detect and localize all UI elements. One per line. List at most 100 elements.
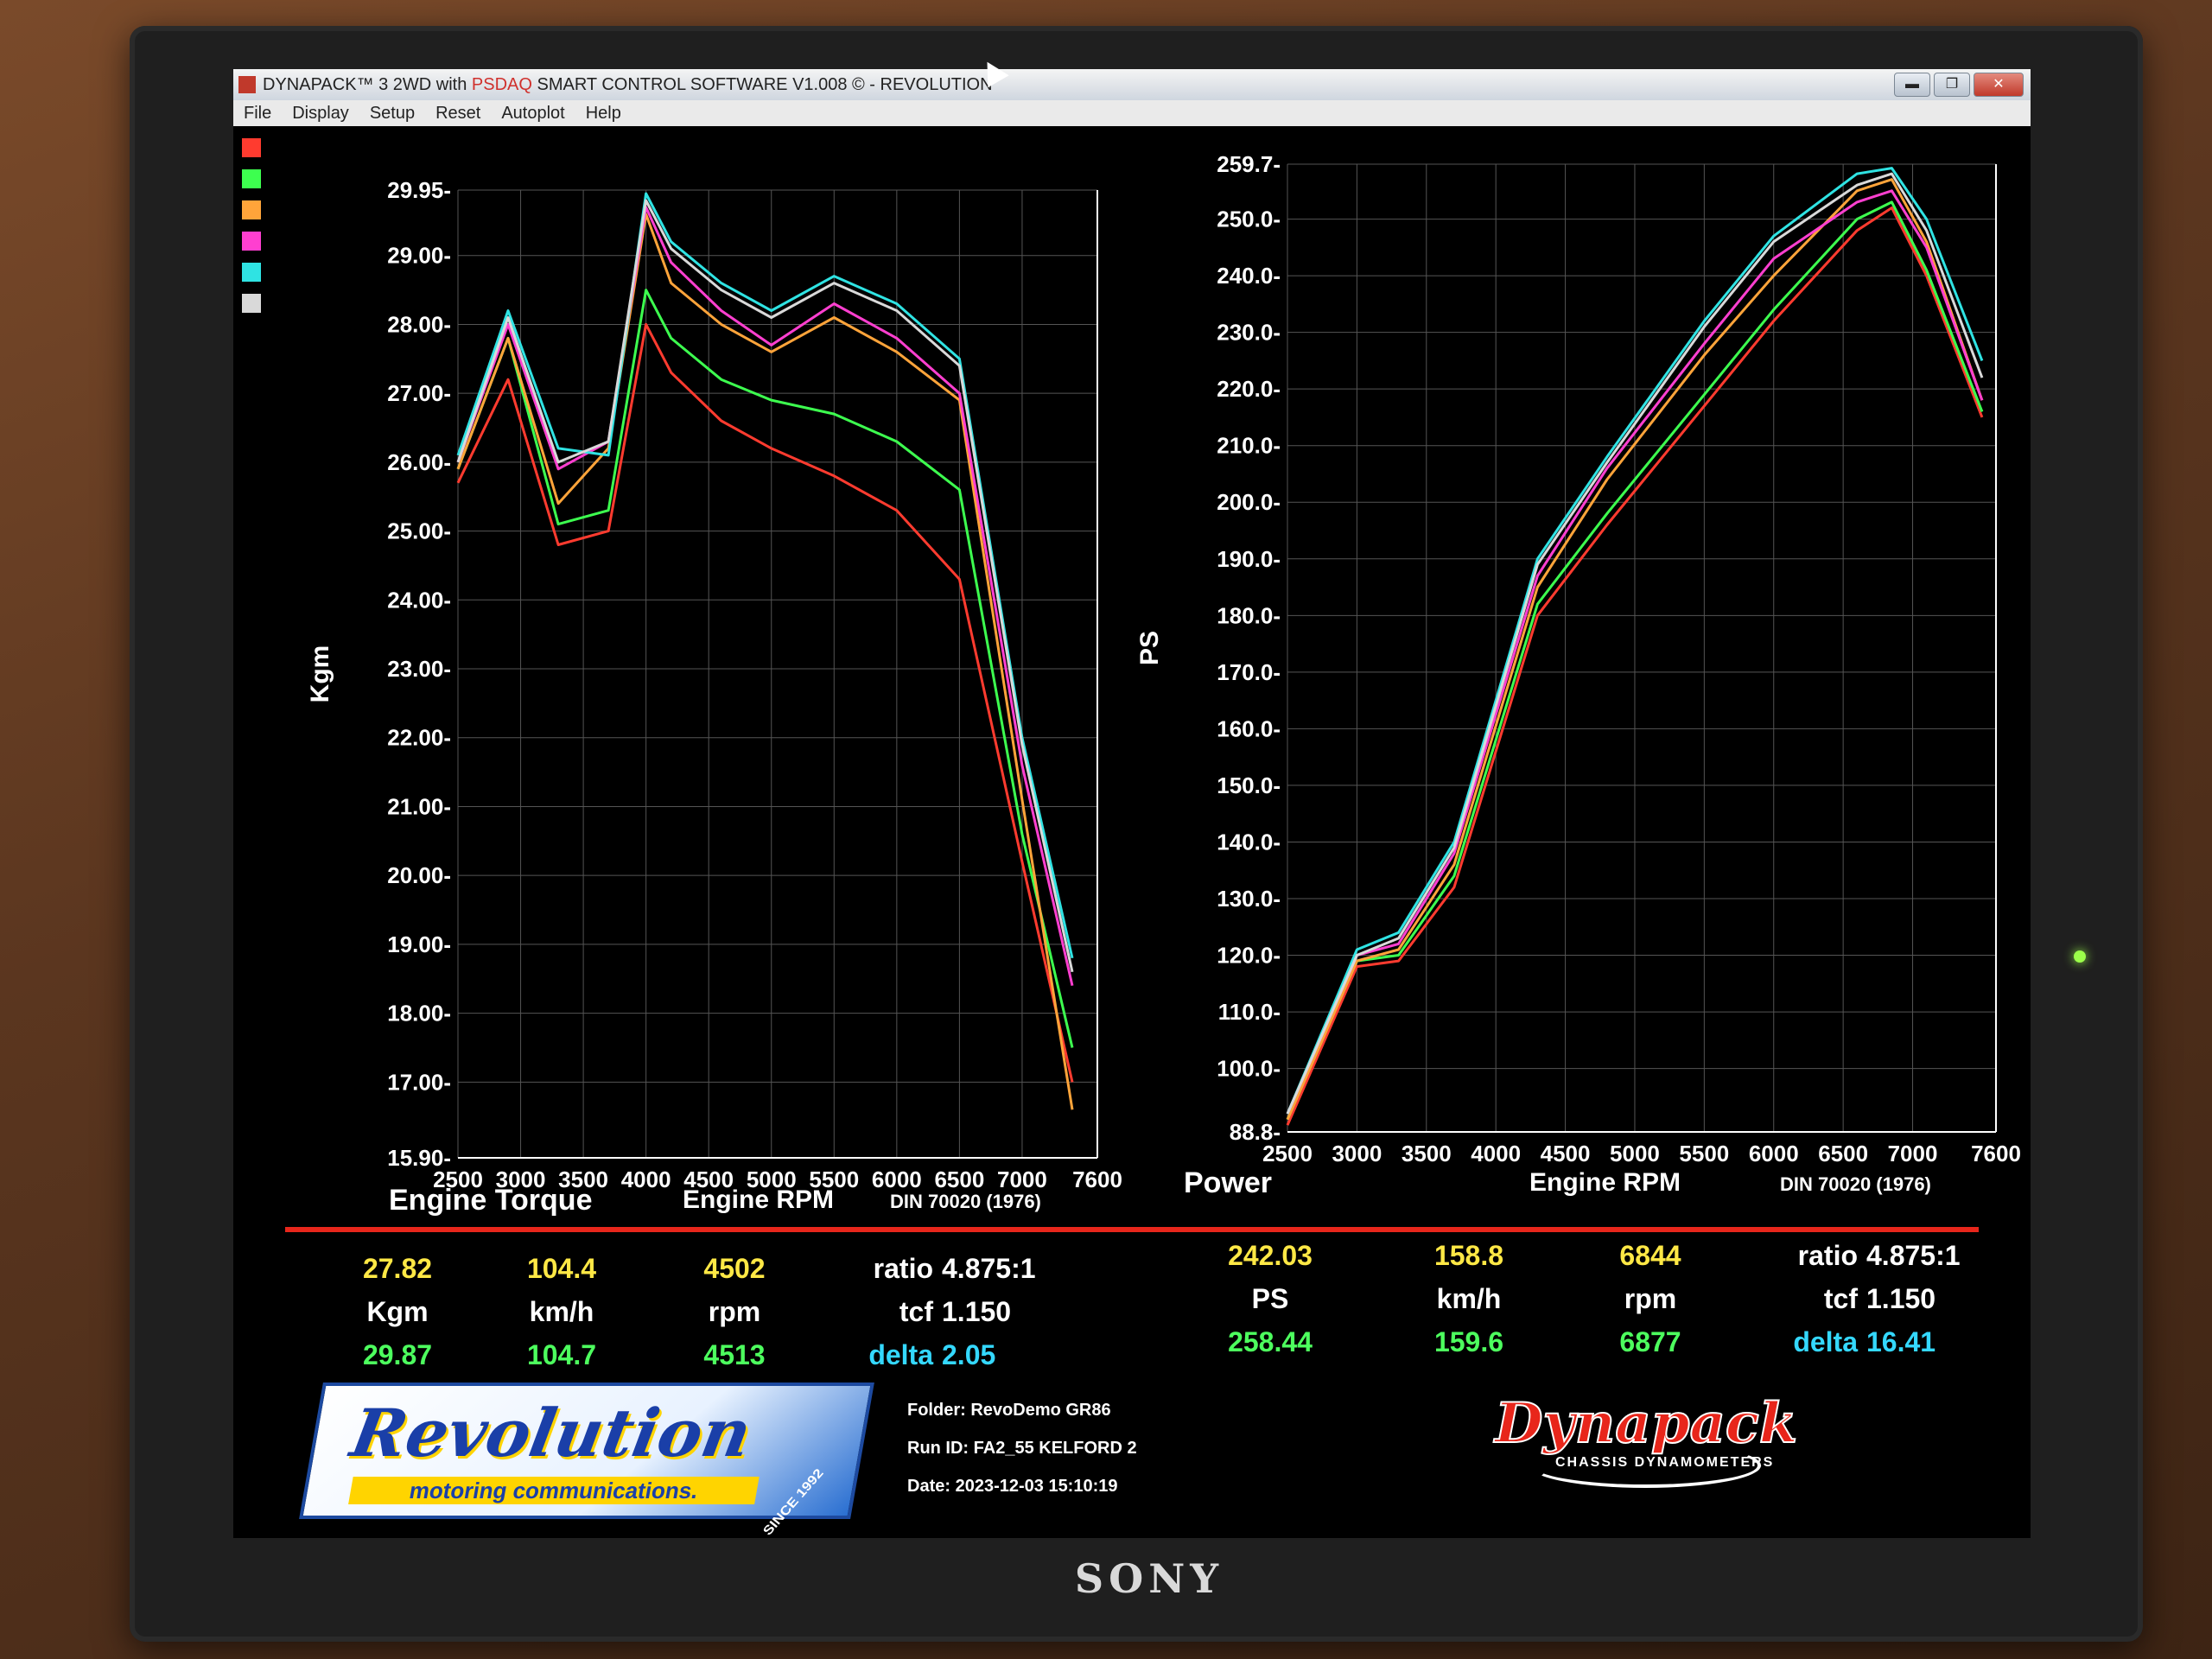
- window-title: DYNAPACK™ 3 2WD with PSDAQ SMART CONTROL…: [263, 69, 993, 100]
- torque-series-orange: [456, 213, 1074, 1110]
- run-color-swatches: [242, 138, 261, 325]
- power-y-tick: 240.0-: [1217, 263, 1281, 289]
- power-x-tick: 3500: [1402, 1141, 1452, 1166]
- power-rpm-peak: 6877: [1619, 1326, 1681, 1357]
- power-x-tick: 7000: [1888, 1141, 1938, 1166]
- power-tcf-value: 1.150: [1866, 1283, 1936, 1314]
- swatch-magenta[interactable]: [242, 232, 261, 251]
- torque-y-tick: 25.00-: [387, 518, 451, 544]
- torque-x-tick: 4000: [621, 1166, 671, 1192]
- swatch-green[interactable]: [242, 169, 261, 188]
- power-ratio-value: 4.875:1: [1866, 1240, 1961, 1271]
- monitor-brand: SONY: [1074, 1555, 1224, 1602]
- torque-x-tick: 6000: [872, 1166, 922, 1192]
- torque-delta-label: delta: [868, 1339, 933, 1370]
- revolution-logo-subtitle: motoring communications.: [348, 1477, 760, 1504]
- torque-cursor-value: 27.82: [362, 1253, 433, 1284]
- revolution-logo: Revolution motoring communications. SINC…: [299, 1382, 874, 1538]
- torque-y-tick: 28.00-: [387, 311, 451, 337]
- power-y-tick: 110.0-: [1218, 999, 1281, 1025]
- title-suffix: SMART CONTROL SOFTWARE V1.008 © - REVOLU…: [531, 75, 993, 94]
- power-y-tick: 140.0-: [1217, 829, 1281, 855]
- torque-y-tick: 27.00-: [387, 380, 451, 406]
- power-peak-value: 258.44: [1228, 1326, 1313, 1357]
- menu-file[interactable]: File: [233, 100, 282, 126]
- menu-display[interactable]: Display: [282, 100, 359, 126]
- torque-y-label: Kgm: [306, 645, 334, 703]
- title-prefix: DYNAPACK™ 3 2WD with: [263, 75, 472, 94]
- torque-y-tick: 17.00-: [387, 1069, 451, 1095]
- close-button[interactable]: ✕: [1974, 73, 2024, 97]
- power-x-tick: 6000: [1749, 1141, 1799, 1166]
- swatch-red[interactable]: [242, 138, 261, 157]
- torque-y-tick: 22.00-: [387, 725, 451, 751]
- torque-x-tick: 7600: [1072, 1166, 1122, 1192]
- torque-y-tick: 20.00-: [387, 862, 451, 888]
- power-y-label: PS: [1135, 631, 1164, 665]
- torque-ratio-value: 4.875:1: [942, 1253, 1036, 1284]
- window-controls: ▬ ❐ ✕: [1894, 73, 2024, 97]
- torque-speed-unit: km/h: [529, 1296, 594, 1327]
- torque-y-tick: 29.00-: [387, 243, 451, 269]
- power-x-tick: 3000: [1332, 1141, 1382, 1166]
- torque-y-tick: 23.00-: [387, 656, 451, 682]
- power-y-tick: 150.0-: [1217, 772, 1281, 798]
- torque-peak-value: 29.87: [362, 1339, 433, 1370]
- torque-rpm-unit: rpm: [708, 1296, 761, 1327]
- power-panel-title: Power: [1184, 1166, 1273, 1199]
- power-y-tick: 120.0-: [1217, 943, 1281, 969]
- power-x-tick: 7600: [1971, 1141, 2021, 1166]
- swatch-cyan[interactable]: [242, 263, 261, 282]
- power-y-tick: 88.8-: [1230, 1119, 1281, 1145]
- power-delta-value: 16.41: [1866, 1326, 1936, 1357]
- power-din-label: DIN 70020 (1976): [1780, 1173, 1931, 1195]
- revolution-logo-since: SINCE 1992: [760, 1466, 827, 1538]
- power-cursor-value: 242.03: [1228, 1240, 1313, 1271]
- torque-speed-value: 104.4: [526, 1253, 597, 1284]
- power-x-tick: 5000: [1610, 1141, 1660, 1166]
- power-x-tick: 5500: [1679, 1141, 1729, 1166]
- power-tcf-label: tcf: [1823, 1283, 1858, 1314]
- torque-tcf-value: 1.150: [942, 1296, 1012, 1327]
- torque-series-cyan: [456, 192, 1074, 959]
- power-grid: [1287, 163, 1997, 1133]
- torque-speed-peak: 104.7: [526, 1339, 597, 1370]
- dynapack-logo: Dynapack CHASSIS DYNAMOMETERS: [1494, 1390, 1798, 1495]
- torque-panel-title: Engine Torque: [389, 1184, 593, 1217]
- torque-y-tick: 18.00-: [387, 1001, 451, 1027]
- swatch-white[interactable]: [242, 294, 261, 313]
- power-rpm-unit: rpm: [1624, 1283, 1677, 1314]
- power-x-label: Engine RPM: [1529, 1168, 1681, 1197]
- power-y-tick: 180.0-: [1217, 602, 1281, 628]
- menu-setup[interactable]: Setup: [359, 100, 425, 126]
- power-y-tick: 190.0-: [1217, 546, 1281, 572]
- minimize-button[interactable]: ▬: [1894, 73, 1930, 97]
- torque-tcf-label: tcf: [899, 1296, 933, 1327]
- power-chart: 2500 3000 3500 4000 4500 5000 5500 6000 6500 7000…: [1135, 151, 2021, 1166]
- torque-y-tick: 24.00-: [387, 587, 451, 613]
- maximize-button[interactable]: ❐: [1934, 73, 1970, 97]
- torque-y-tick: 15.90-: [387, 1145, 451, 1171]
- torque-ratio-label: ratio: [873, 1253, 933, 1284]
- dynapack-logo-text: Dynapack: [1494, 1390, 1798, 1457]
- torque-din-label: DIN 70020 (1976): [890, 1191, 1041, 1212]
- torque-y-tick: 21.00-: [387, 793, 451, 819]
- run-id: Run ID: FA2_55 KELFORD 2: [907, 1429, 1137, 1467]
- power-y-tick: 220.0-: [1217, 376, 1281, 402]
- torque-rpm-peak: 4513: [703, 1339, 766, 1370]
- power-y-tick: 200.0-: [1217, 489, 1281, 515]
- menu-reset[interactable]: Reset: [425, 100, 491, 126]
- power-rpm-value: 6844: [1619, 1240, 1681, 1271]
- torque-y-tick: 29.95-: [387, 177, 451, 203]
- torque-x-label: Engine RPM: [683, 1185, 835, 1214]
- folder-label: Folder:: [907, 1401, 966, 1420]
- menu-help[interactable]: Help: [575, 100, 632, 126]
- power-speed-unit: km/h: [1436, 1283, 1502, 1314]
- power-y-tick: 230.0-: [1217, 320, 1281, 346]
- power-x-tick: 4000: [1471, 1141, 1521, 1166]
- menu-autoplot[interactable]: Autoplot: [491, 100, 575, 126]
- swatch-orange[interactable]: [242, 200, 261, 219]
- torque-unit: Kgm: [366, 1296, 429, 1327]
- power-speed-peak: 159.6: [1433, 1326, 1504, 1357]
- power-speed-value: 158.8: [1433, 1240, 1504, 1271]
